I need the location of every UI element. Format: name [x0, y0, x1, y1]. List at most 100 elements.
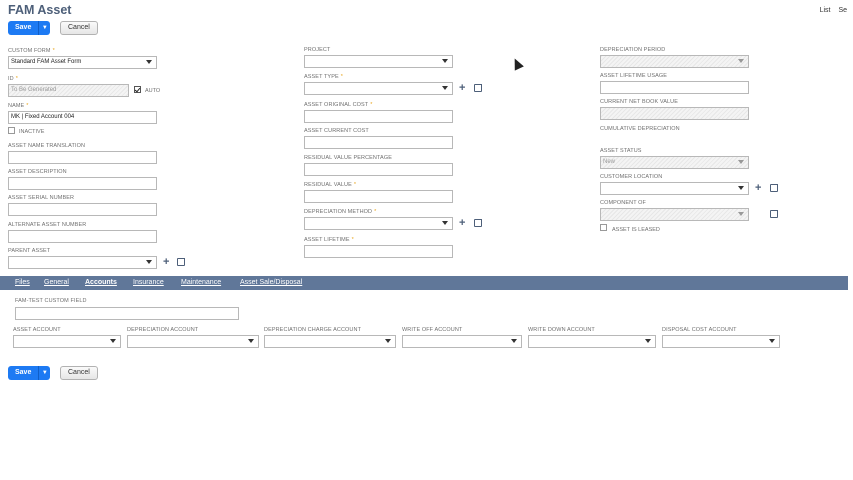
open-depreciation-method-external-link-icon[interactable] — [474, 219, 482, 227]
asset-lifetime-field[interactable] — [304, 245, 453, 258]
name-field[interactable]: MK | Fixed Account 004 — [8, 111, 157, 124]
chevron-down-icon — [442, 86, 448, 90]
save-menu-chevron-icon[interactable]: ▼ — [39, 21, 50, 35]
name-label: NAME * — [8, 103, 29, 109]
component-of-select — [600, 208, 749, 221]
depreciation-period-label: DEPRECIATION PERIOD — [600, 47, 666, 53]
save-button-bottom[interactable]: Save ▼ — [8, 366, 51, 380]
asset-name-translation-label: ASSET NAME TRANSLATION — [8, 143, 86, 149]
chevron-down-icon — [248, 339, 254, 343]
add-asset-type-plus-icon[interactable]: + — [459, 83, 465, 94]
asset-serial-number-label: ASSET SERIAL NUMBER — [8, 195, 75, 201]
cumulative-depreciation-label: CUMULATIVE DEPRECIATION — [600, 126, 680, 132]
depreciation-method-label: DEPRECIATION METHOD * — [304, 209, 377, 215]
current-net-book-value-field — [600, 107, 749, 120]
tab-asset-sale-disposal[interactable]: Asset Sale/Disposal — [240, 279, 302, 286]
fam-test-custom-field-label: FAM-TEST CUSTOM FIELD — [15, 298, 87, 304]
asset-serial-number-field[interactable] — [8, 203, 157, 216]
depreciation-period-select — [600, 55, 749, 68]
tab-insurance[interactable]: Insurance — [133, 279, 164, 286]
asset-name-translation-field[interactable] — [8, 151, 157, 164]
page-title: FAM Asset — [8, 3, 72, 17]
asset-description-label: ASSET DESCRIPTION — [8, 169, 67, 175]
asset-is-leased-label: ASSET IS LEASED — [612, 227, 660, 233]
depreciation-account-label: DEPRECIATION ACCOUNT — [127, 327, 199, 333]
asset-lifetime-usage-field[interactable] — [600, 81, 749, 94]
parent-asset-select[interactable] — [8, 256, 157, 269]
add-depreciation-method-plus-icon[interactable]: + — [459, 218, 465, 229]
asset-type-label: ASSET TYPE * — [304, 74, 343, 80]
residual-value-percentage-label: RESIDUAL VALUE PERCENTAGE — [304, 155, 392, 161]
open-asset-type-external-link-icon[interactable] — [474, 84, 482, 92]
inactive-checkbox[interactable] — [8, 127, 15, 134]
cancel-button-bottom[interactable]: Cancel — [60, 366, 98, 380]
chevron-down-icon — [385, 339, 391, 343]
write-down-account-label: WRITE DOWN ACCOUNT — [528, 327, 595, 333]
open-customer-location-external-link-icon[interactable] — [770, 184, 778, 192]
tab-general[interactable]: General — [44, 279, 69, 286]
asset-type-select[interactable] — [304, 82, 453, 95]
chevron-down-icon — [738, 212, 744, 216]
disposal-cost-account-select[interactable] — [662, 335, 780, 348]
asset-account-select[interactable] — [13, 335, 121, 348]
component-of-label: COMPONENT OF — [600, 200, 647, 206]
depreciation-charge-account-select[interactable] — [264, 335, 396, 348]
write-off-account-label: WRITE OFF ACCOUNT — [402, 327, 463, 333]
mouse-cursor-icon — [510, 56, 524, 71]
subtab-bar: Files General Accounts Insurance Mainten… — [0, 276, 848, 290]
asset-original-cost-label: ASSET ORIGINAL COST * — [304, 102, 373, 108]
add-customer-location-plus-icon[interactable]: + — [755, 183, 761, 194]
residual-value-percentage-field[interactable] — [304, 163, 453, 176]
asset-status-label: ASSET STATUS — [600, 148, 642, 154]
custom-form-label: CUSTOM FORM * — [8, 48, 55, 54]
chevron-down-icon — [511, 339, 517, 343]
write-off-account-select[interactable] — [402, 335, 522, 348]
project-select[interactable] — [304, 55, 453, 68]
chevron-down-icon — [738, 59, 744, 63]
auto-label: AUTO — [145, 88, 161, 94]
open-parent-asset-external-link-icon[interactable] — [177, 258, 185, 266]
asset-description-field[interactable] — [8, 177, 157, 190]
alternate-asset-number-field[interactable] — [8, 230, 157, 243]
asset-status-select: New — [600, 156, 749, 169]
disposal-cost-account-label: DISPOSAL COST ACCOUNT — [662, 327, 737, 333]
asset-is-leased-checkbox[interactable] — [600, 224, 607, 231]
asset-lifetime-usage-label: ASSET LIFETIME USAGE — [600, 73, 667, 79]
search-link[interactable]: Se — [838, 7, 847, 14]
cancel-button[interactable]: Cancel — [60, 21, 98, 35]
asset-account-label: ASSET ACCOUNT — [13, 327, 61, 333]
list-link[interactable]: List — [820, 7, 831, 14]
inactive-label: INACTIVE — [19, 129, 45, 135]
tab-maintenance[interactable]: Maintenance — [181, 279, 221, 286]
open-component-of-external-link-icon[interactable] — [770, 210, 778, 218]
customer-location-select[interactable] — [600, 182, 749, 195]
id-field: To Be Generated — [8, 84, 129, 97]
asset-current-cost-field[interactable] — [304, 136, 453, 149]
tab-accounts[interactable]: Accounts — [85, 279, 117, 286]
customer-location-label: CUSTOMER LOCATION — [600, 174, 663, 180]
asset-original-cost-field[interactable] — [304, 110, 453, 123]
chevron-down-icon — [146, 260, 152, 264]
chevron-down-icon — [442, 221, 448, 225]
save-button-label: Save — [8, 366, 40, 380]
auto-checkbox[interactable] — [134, 86, 141, 93]
depreciation-account-select[interactable] — [127, 335, 259, 348]
custom-form-select[interactable]: Standard FAM Asset Form — [8, 56, 157, 69]
chevron-down-icon — [442, 59, 448, 63]
top-links: List Se — [814, 7, 847, 14]
chevron-down-icon — [110, 339, 116, 343]
chevron-down-icon — [769, 339, 775, 343]
chevron-down-icon — [645, 339, 651, 343]
write-down-account-select[interactable] — [528, 335, 656, 348]
residual-value-field[interactable] — [304, 190, 453, 203]
current-net-book-value-label: CURRENT NET BOOK VALUE — [600, 99, 678, 105]
depreciation-charge-account-label: DEPRECIATION CHARGE ACCOUNT — [264, 327, 362, 333]
tab-files[interactable]: Files — [15, 279, 30, 286]
depreciation-method-select[interactable] — [304, 217, 453, 230]
chevron-down-icon — [738, 160, 744, 164]
save-menu-chevron-icon[interactable]: ▼ — [39, 366, 50, 380]
fam-test-custom-field[interactable] — [15, 307, 239, 320]
add-parent-asset-plus-icon[interactable]: + — [163, 257, 169, 268]
save-button[interactable]: Save ▼ — [8, 21, 51, 35]
asset-lifetime-label: ASSET LIFETIME * — [304, 237, 354, 243]
